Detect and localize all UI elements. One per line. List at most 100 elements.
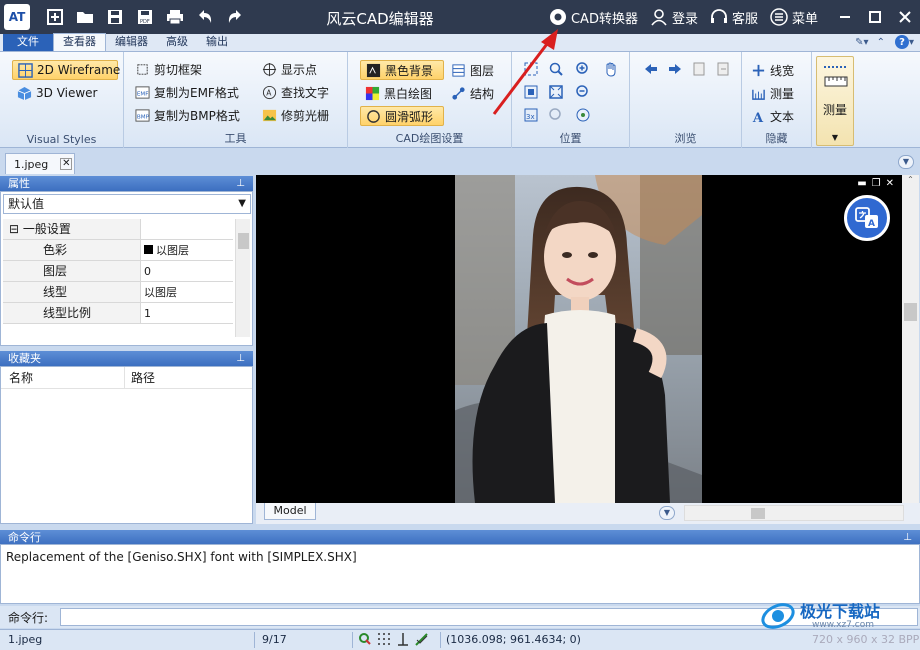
pin-icon[interactable]: ⊥ [236,351,245,366]
style-picker-icon[interactable]: ✎▾ [855,37,868,48]
3d-viewer-button[interactable]: 3D Viewer [16,83,97,103]
collapse-icon[interactable]: ⊟ [9,222,19,236]
group-tools: 剪切框架 EMF 复制为EMF格式 BMP 复制为BMP格式 显示点 A 查找文… [124,52,348,148]
copy-bmp-button[interactable]: BMP 复制为BMP格式 [134,105,240,125]
clip-frame-button[interactable]: 剪切框架 [134,59,202,79]
layout-dropdown-icon[interactable]: ▼ [659,506,675,520]
page-copy-icon[interactable] [690,60,708,78]
preset-select[interactable]: 默认值 ▼ [3,194,251,214]
smooth-arc-button[interactable]: 圆滑弧形 [360,106,444,126]
measure-big-label: 测量 [822,103,847,117]
menu-button[interactable]: 菜单 [770,8,818,27]
undo-icon[interactable] [194,6,216,28]
login-button[interactable]: 登录 [650,8,698,27]
drawing-canvas[interactable]: ▬ ❐ ✕ A [256,175,902,503]
loaded-image [455,175,702,503]
page-export-icon[interactable] [714,60,732,78]
tab-editor[interactable]: 编辑器 [106,34,157,51]
favorites-header: 收藏夹 ⊥ [0,351,253,366]
measure-small-button[interactable]: 测量 [750,83,794,103]
arrow-left-icon[interactable] [642,60,660,78]
layout-tab-model[interactable]: Model [264,503,316,520]
help-icon[interactable]: ? [894,35,909,49]
pin-icon[interactable]: ⊥ [236,176,245,191]
canvas-restore-icon[interactable]: ❐ [872,178,881,189]
redo-icon[interactable] [224,6,246,28]
bw-draw-button[interactable]: 黑白绘图 [364,83,432,103]
property-row[interactable]: 图层 0 [3,261,233,282]
arrow-right-icon[interactable] [666,60,684,78]
grid-icon[interactable] [377,632,391,646]
polar-icon[interactable] [415,632,429,646]
property-category[interactable]: ⊟ 一般设置 [3,219,233,240]
scroll-up-icon[interactable]: ⌃ [902,175,919,184]
ruler-icon [824,66,848,87]
svg-text:A: A [868,219,875,229]
save-pdf-icon[interactable]: PDF [134,6,156,28]
help-dropdown-icon[interactable]: ▾ [909,37,914,48]
translate-button[interactable]: A [844,195,890,241]
app-logo: AT [4,4,30,30]
show-points-button[interactable]: 显示点 [261,59,317,79]
property-row[interactable]: 线型 以图层 [3,282,233,303]
open-folder-icon[interactable] [74,6,96,28]
canvas-close-icon[interactable]: ✕ [886,178,894,189]
converter-icon [549,9,566,25]
orbit-icon[interactable] [574,106,592,124]
service-button[interactable]: 客服 [710,8,758,27]
tab-advanced[interactable]: 高级 [157,34,197,51]
2d-wireframe-button[interactable]: 2D Wireframe [12,60,120,80]
tab-file[interactable]: 文件 [3,34,53,51]
text-button[interactable]: A 文本 [750,106,794,126]
close-button[interactable] [892,4,918,30]
column-path[interactable]: 路径 [125,367,155,388]
title-bar: AT PDF 风云CAD编辑器 CAD转换器 登录 客服 菜单 [0,0,920,34]
doc-tab-close-icon[interactable]: ✕ [60,158,73,170]
trim-raster-button[interactable]: 修剪光栅 [261,105,329,125]
tab-list-dropdown-icon[interactable]: ▼ [898,155,914,169]
command-input-label: 命令行: [8,610,49,625]
property-row[interactable]: 色彩 以图层 [3,240,233,261]
tab-output[interactable]: 输出 [197,34,237,51]
column-name[interactable]: 名称 [1,367,125,388]
snap-icon[interactable] [358,632,372,646]
tab-viewer[interactable]: 查看器 [53,33,106,51]
watermark-text: 极光下载站 [800,602,881,621]
canvas-horizontal-scrollbar[interactable] [684,505,904,521]
linewidth-icon [750,62,766,78]
maximize-button[interactable] [862,4,888,30]
bmp-icon: BMP [134,107,150,123]
copy-emf-button[interactable]: EMF 复制为EMF格式 [134,82,239,102]
group-label-position: 位置 [559,132,582,145]
canvas-minimize-icon[interactable]: ▬ [857,178,866,189]
zoom-in-icon[interactable] [574,60,592,78]
black-background-button[interactable]: 黑色背景 [360,60,444,80]
cad-converter-button[interactable]: CAD转换器 [549,8,638,27]
image-crop-icon [261,107,277,123]
zoom-out-icon[interactable] [574,83,592,101]
save-icon[interactable] [104,6,126,28]
canvas-window-controls: ▬ ❐ ✕ [857,178,894,189]
property-row[interactable]: 线型比例 1 [3,303,233,324]
service-label: 客服 [731,11,758,27]
minimize-button[interactable] [832,4,858,30]
headset-icon [710,9,727,23]
ortho-icon[interactable] [396,632,410,646]
color-swatch-icon [144,245,153,254]
canvas-vertical-scrollbar[interactable]: ⌃ [902,175,919,503]
emf-icon: EMF [134,84,150,100]
doc-tab-1jpeg[interactable]: 1.jpeg ✕ [5,153,75,174]
group-browse: 浏览 [630,52,742,148]
linewidth-button[interactable]: 线宽 [750,60,794,80]
user-icon [651,9,667,26]
svg-text:PDF: PDF [140,19,150,25]
watermark-logo-icon [761,603,795,629]
pan-hand-icon[interactable] [602,60,620,78]
new-file-icon[interactable] [44,6,66,28]
print-icon[interactable] [164,6,186,28]
pin-icon[interactable]: ⊥ [903,530,912,545]
find-text-button[interactable]: A 查找文字 [261,82,329,102]
measure-big-button[interactable]: 测量 ▼ [816,56,854,146]
collapse-ribbon-icon[interactable]: ⌃ [877,37,885,48]
properties-scrollbar[interactable] [235,219,250,337]
